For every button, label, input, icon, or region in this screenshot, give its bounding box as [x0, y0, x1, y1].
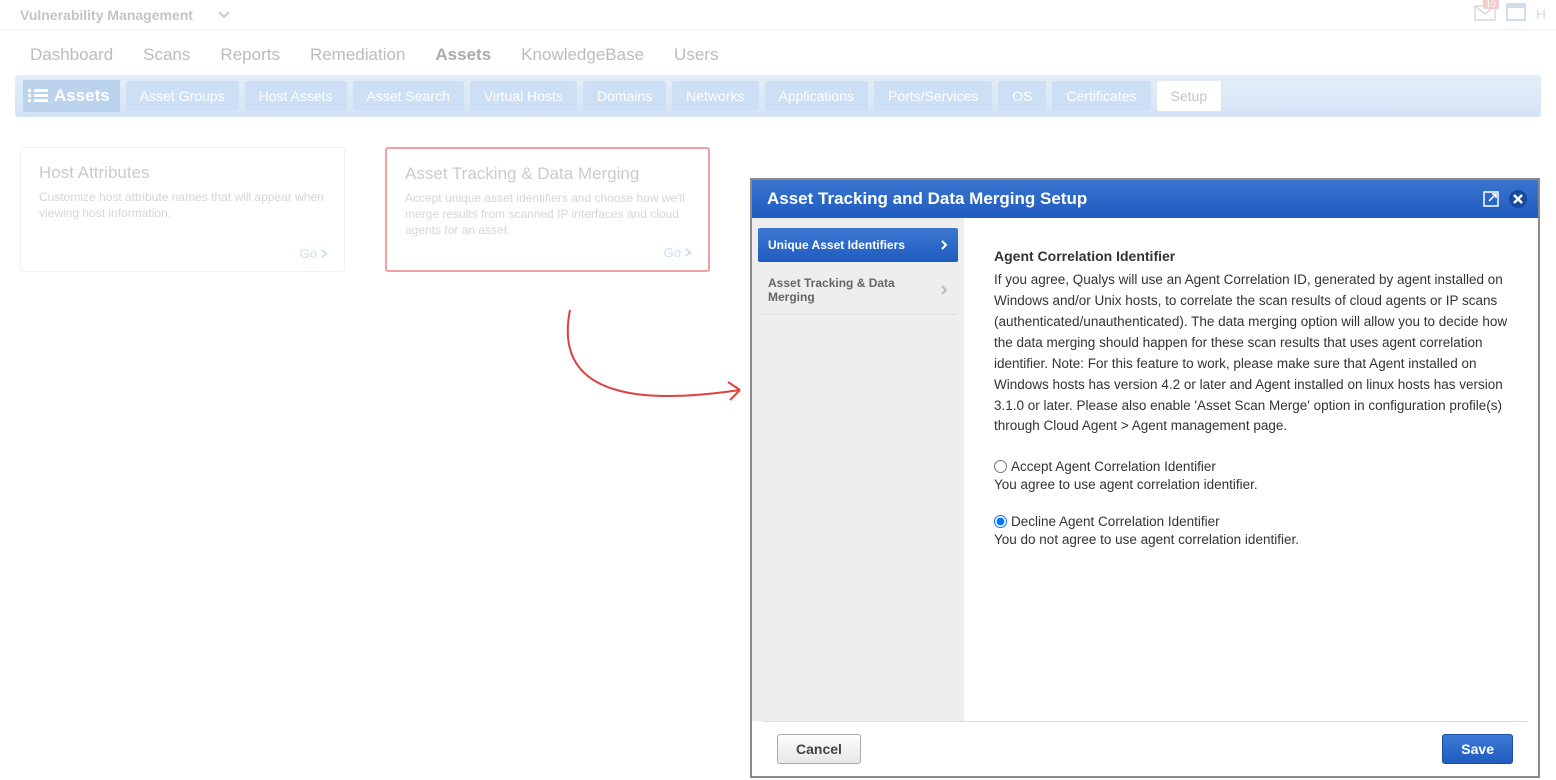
module-name: Vulnerability Management: [20, 7, 193, 23]
save-button[interactable]: Save: [1442, 734, 1513, 764]
nav-scans[interactable]: Scans: [143, 45, 190, 65]
tab-ports-services[interactable]: Ports/Services: [874, 81, 992, 111]
tab-host-assets[interactable]: Host Assets: [245, 81, 347, 111]
assets-tabstrip: Assets Asset Groups Host Assets Asset Se…: [15, 75, 1541, 117]
card-host-attributes[interactable]: Host Attributes Customize host attribute…: [20, 147, 345, 272]
tab-domains[interactable]: Domains: [583, 81, 666, 111]
tab-applications[interactable]: Applications: [765, 81, 869, 111]
chevron-right-icon: [320, 249, 329, 258]
tab-asset-groups[interactable]: Asset Groups: [126, 81, 239, 111]
module-selector[interactable]: Vulnerability Management: [20, 7, 230, 23]
card-desc: Customize host attribute names that will…: [39, 189, 326, 221]
chevron-right-icon: [941, 285, 948, 295]
section-heading: Agent Correlation Identifier: [994, 248, 1513, 264]
modal-sidebar: Unique Asset Identifiers Asset Tracking …: [752, 218, 964, 721]
window-icon[interactable]: [1506, 3, 1526, 24]
main-nav: Dashboard Scans Reports Remediation Asse…: [0, 30, 1556, 75]
go-link[interactable]: Go: [664, 245, 693, 260]
card-title: Host Attributes: [39, 163, 326, 183]
cancel-button[interactable]: Cancel: [777, 734, 861, 764]
side-unique-identifiers[interactable]: Unique Asset Identifiers: [758, 228, 958, 262]
tab-networks[interactable]: Networks: [672, 81, 758, 111]
chevron-right-icon: [684, 248, 693, 257]
modal-footer: Cancel Save: [762, 721, 1528, 776]
card-desc: Accept unique asset identifiers and choo…: [405, 190, 690, 239]
nav-users[interactable]: Users: [674, 45, 718, 65]
radio-decline[interactable]: [994, 515, 1007, 528]
section-description: If you agree, Qualys will use an Agent C…: [994, 270, 1513, 437]
tab-os[interactable]: OS: [998, 81, 1046, 111]
card-title: Asset Tracking & Data Merging: [405, 164, 690, 184]
tab-setup[interactable]: Setup: [1157, 81, 1222, 111]
modal-header: Asset Tracking and Data Merging Setup: [752, 180, 1538, 218]
nav-reports[interactable]: Reports: [220, 45, 280, 65]
radio-decline-desc: You do not agree to use agent correlatio…: [994, 532, 1513, 547]
radio-accept[interactable]: [994, 460, 1007, 473]
nav-remediation[interactable]: Remediation: [310, 45, 405, 65]
chevron-down-icon: [218, 11, 230, 19]
modal-asset-tracking-setup: Asset Tracking and Data Merging Setup Un…: [750, 178, 1540, 778]
tab-virtual-hosts[interactable]: Virtual Hosts: [470, 81, 577, 111]
section-label: Assets: [23, 80, 120, 112]
nav-assets[interactable]: Assets: [435, 45, 491, 65]
chevron-right-icon: [941, 240, 948, 250]
radio-decline-label: Decline Agent Correlation Identifier: [1011, 514, 1220, 529]
mail-badge: 10: [1483, 0, 1499, 9]
list-icon: [28, 88, 48, 104]
tab-asset-search[interactable]: Asset Search: [353, 81, 464, 111]
nav-dashboard[interactable]: Dashboard: [30, 45, 113, 65]
modal-title: Asset Tracking and Data Merging Setup: [767, 189, 1087, 209]
close-icon[interactable]: [1508, 189, 1528, 209]
card-asset-tracking[interactable]: Asset Tracking & Data Merging Accept uni…: [385, 147, 710, 272]
radio-accept-label: Accept Agent Correlation Identifier: [1011, 459, 1216, 474]
nav-knowledgebase[interactable]: KnowledgeBase: [521, 45, 644, 65]
help-initial: H: [1536, 6, 1546, 22]
modal-content: Agent Correlation Identifier If you agre…: [964, 218, 1538, 721]
mail-icon[interactable]: 10: [1474, 5, 1496, 23]
radio-accept-desc: You agree to use agent correlation ident…: [994, 477, 1513, 492]
side-tracking-merging[interactable]: Asset Tracking & Data Merging: [758, 266, 958, 315]
go-link[interactable]: Go: [300, 246, 329, 261]
popout-icon[interactable]: [1482, 190, 1500, 208]
tab-certificates[interactable]: Certificates: [1052, 81, 1150, 111]
